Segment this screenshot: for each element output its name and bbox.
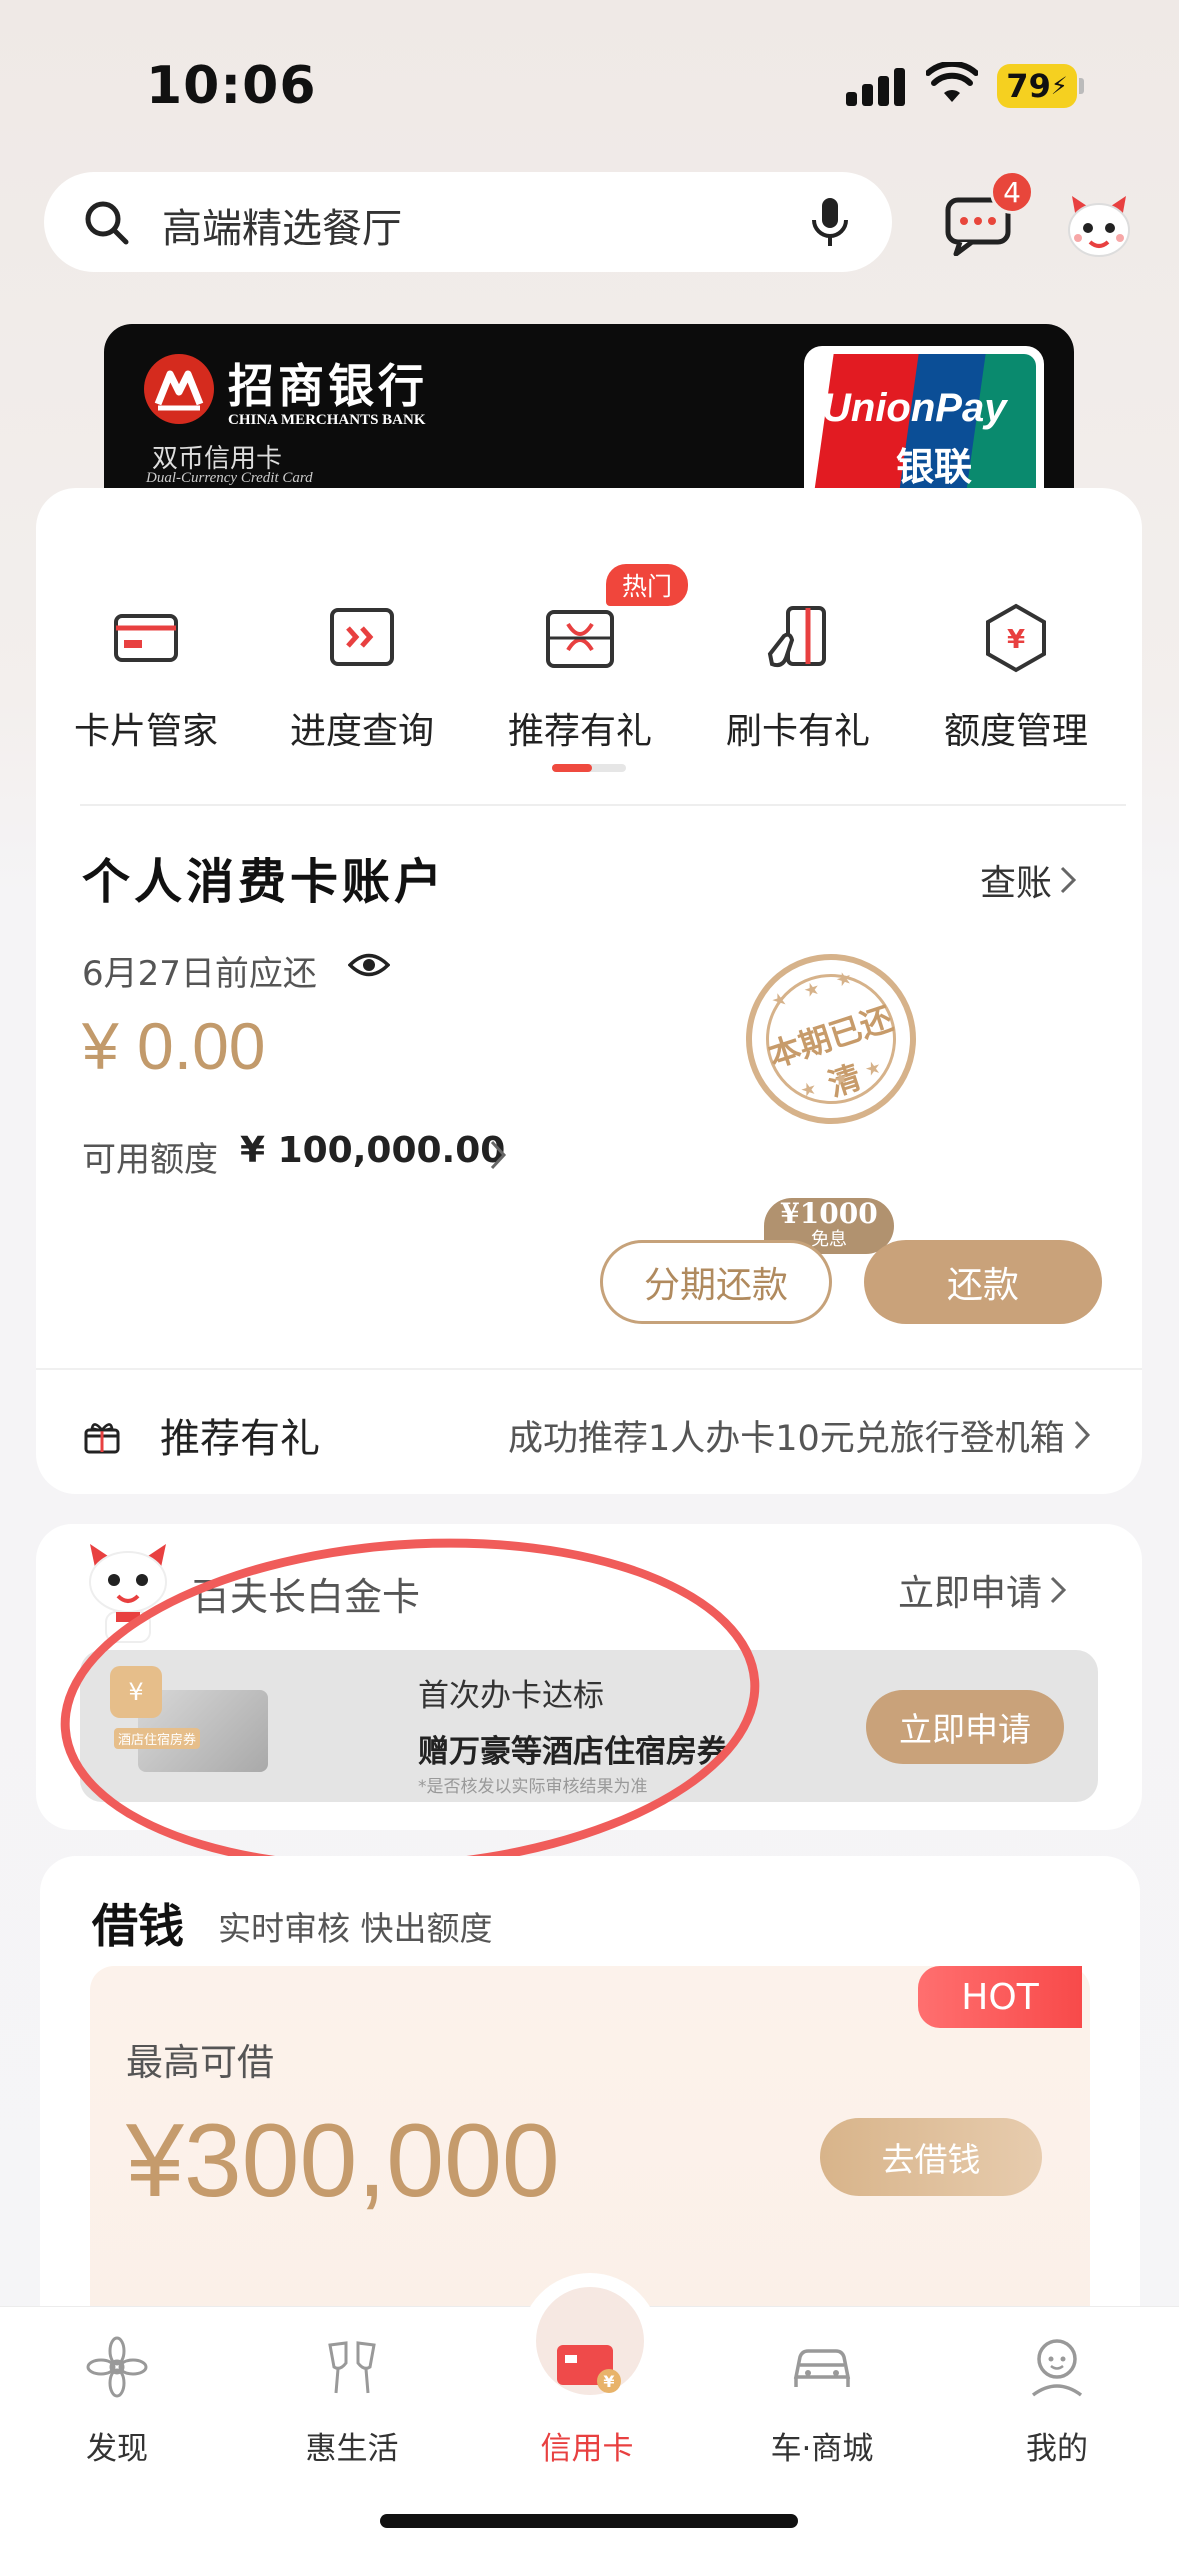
home-indicator[interactable] <box>380 2514 798 2528</box>
view-bill-label: 查账 <box>980 863 1053 904</box>
promo-amount: ¥1000 <box>780 1197 878 1230</box>
battery-tip <box>1079 78 1084 94</box>
quick-action-label: 推荐有礼 <box>507 711 652 752</box>
due-date-label: 6月27日前应还 <box>82 954 317 994</box>
max-loan-label: 最高可借 <box>126 2041 274 2084</box>
bank-name: 招商银行 <box>228 359 428 413</box>
credit-card-icon: ¥ <box>551 2331 623 2403</box>
card-icon <box>106 598 186 678</box>
amount-due: ¥ 0.00 <box>82 1009 266 1083</box>
apply-now-link[interactable]: 立即申请 <box>898 1564 1072 1616</box>
paid-stamp: ★ ★ ★ 本期已还清 ★ ★ ★ <box>723 931 939 1147</box>
swipe-card-icon <box>758 598 838 678</box>
tab-label: 我的 <box>1026 2431 1088 2467</box>
discover-icon <box>81 2331 153 2403</box>
quick-action-referral[interactable]: 推荐有礼 <box>472 598 688 754</box>
gift-box-icon <box>540 598 620 678</box>
status-time: 10:06 <box>146 56 317 116</box>
wifi-icon <box>926 62 978 102</box>
status-bar: 10:06 79 ⚡ <box>0 0 1179 150</box>
installment-repay-button[interactable]: 分期还款 <box>600 1240 832 1324</box>
referral-label[interactable]: 推荐有礼 <box>160 1406 320 1464</box>
tab-life[interactable]: 惠生活 <box>277 2331 427 2468</box>
tab-profile[interactable]: 我的 <box>982 2331 1132 2468</box>
loan-subtitle: 实时审核 快出额度 <box>218 1909 493 1948</box>
card-type-en: Dual-Currency Credit Card <box>146 470 313 486</box>
svg-text:¥: ¥ <box>1007 625 1025 655</box>
microphone-icon[interactable] <box>810 196 850 248</box>
max-loan-amount: ¥300,000 <box>126 2103 560 2219</box>
repay-button[interactable]: 还款 <box>864 1240 1102 1324</box>
search-icon <box>85 201 129 245</box>
chevron-right-icon[interactable] <box>486 1138 510 1172</box>
tab-car-mall[interactable]: 车·商城 <box>747 2331 897 2468</box>
cellular-signal-icon <box>846 66 906 106</box>
available-credit-label: 可用额度 <box>82 1140 218 1180</box>
quick-action-label: 进度查询 <box>289 711 434 752</box>
chevron-right-icon[interactable] <box>1070 1418 1094 1452</box>
quick-action-label: 额度管理 <box>943 711 1088 752</box>
quick-action-label: 卡片管家 <box>73 711 218 752</box>
tab-label: 发现 <box>86 2431 148 2467</box>
referral-description[interactable]: 成功推荐1人办卡10元兑旅行登机箱 <box>508 1410 1065 1461</box>
page-indicator <box>552 764 626 772</box>
unionpay-text-cn: 银联 <box>896 445 973 489</box>
quick-action-card-manager[interactable]: 卡片管家 <box>38 598 254 754</box>
car-icon <box>786 2331 858 2403</box>
borrow-button[interactable]: 去借钱 <box>820 2118 1042 2196</box>
svg-text:¥: ¥ <box>603 2372 614 2391</box>
chevron-right-icon <box>1050 1576 1067 1604</box>
search-placeholder[interactable]: 高端精选餐厅 <box>162 196 402 254</box>
apply-now-label: 立即申请 <box>898 1573 1043 1614</box>
hot-ribbon: HOT <box>918 1966 1082 2028</box>
eye-icon[interactable] <box>348 950 390 980</box>
quick-action-label: 刷卡有礼 <box>725 711 870 752</box>
quick-action-swipe-reward[interactable]: 刷卡有礼 <box>690 598 906 754</box>
bank-logo-icon <box>144 354 214 424</box>
search-bar[interactable]: 高端精选餐厅 <box>44 172 892 272</box>
progress-icon <box>322 598 402 678</box>
loan-title: 借钱 <box>92 1899 184 1953</box>
chevron-right-icon <box>1060 866 1077 894</box>
quick-action-limit[interactable]: ¥ 额度管理 <box>908 598 1124 754</box>
tab-credit-card[interactable]: ¥ 信用卡 <box>512 2331 662 2468</box>
mascot-avatar-icon[interactable] <box>1062 190 1136 264</box>
message-badge: 4 <box>990 170 1034 214</box>
hot-tag: 热门 <box>606 564 688 606</box>
battery-level: 79 <box>1006 67 1051 105</box>
available-credit-value[interactable]: ¥ 100,000.00 <box>240 1130 505 1171</box>
tab-label: 惠生活 <box>305 2431 399 2467</box>
charging-bolt-icon: ⚡ <box>1050 72 1068 100</box>
divider <box>36 1368 1142 1370</box>
view-bill-link[interactable]: 查账 <box>980 854 1082 906</box>
profile-icon <box>1021 2331 1093 2403</box>
tab-label: 车·商城 <box>770 2431 874 2467</box>
battery-indicator: 79 ⚡ <box>997 64 1077 108</box>
gift-icon <box>84 1423 120 1454</box>
unionpay-text: UnionPay <box>822 386 1007 430</box>
divider <box>80 804 1126 806</box>
limit-icon: ¥ <box>976 598 1056 678</box>
account-panel: 卡片管家 进度查询 推荐有礼 热门 刷卡有礼 ¥ 额度管理 个人消费卡账户 查账… <box>36 488 1142 1494</box>
tab-discover[interactable]: 发现 <box>42 2331 192 2468</box>
tab-label: 信用卡 <box>540 2431 634 2467</box>
quick-action-progress[interactable]: 进度查询 <box>254 598 470 754</box>
offer-apply-button[interactable]: 立即申请 <box>866 1690 1064 1764</box>
bank-name-en: CHINA MERCHANTS BANK <box>228 412 426 428</box>
account-title: 个人消费卡账户 <box>82 854 447 910</box>
cheers-icon <box>316 2331 388 2403</box>
